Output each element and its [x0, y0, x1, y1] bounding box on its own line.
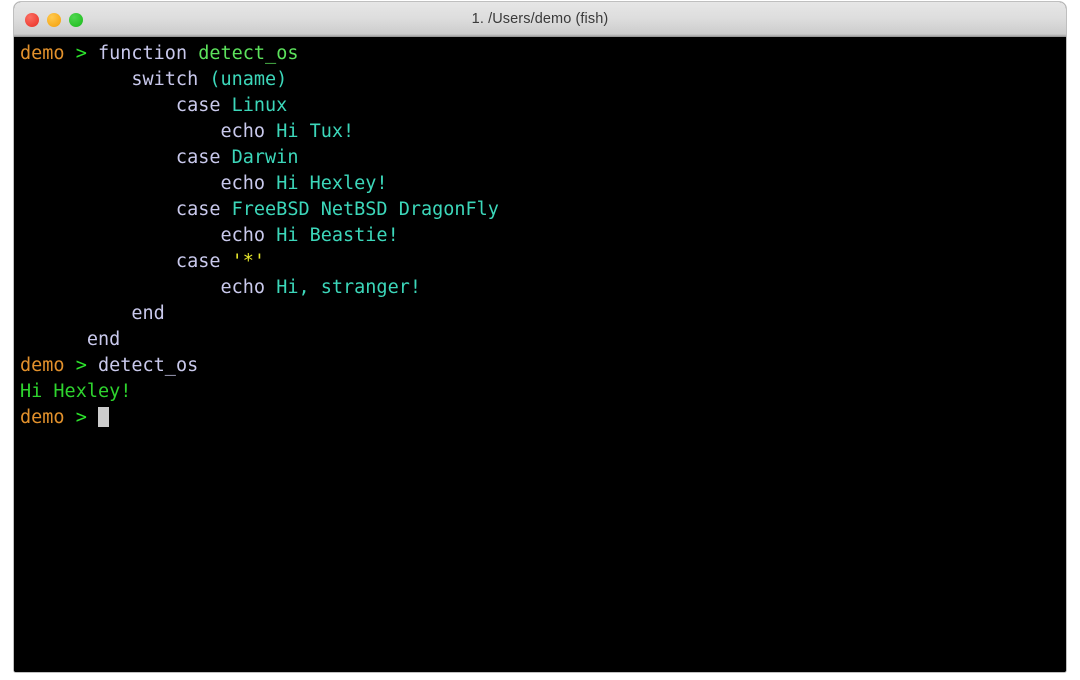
terminal-token: detect_os [97, 355, 199, 376]
terminal-token: end [20, 329, 121, 350]
terminal-line: echo Hi Hexley! [20, 171, 1066, 197]
zoom-button[interactable] [69, 12, 83, 27]
terminal-line: Hi Hexley! [20, 379, 1066, 405]
terminal-token: (uname) [209, 69, 288, 90]
terminal-token: echo [20, 277, 277, 298]
text-cursor [97, 407, 109, 427]
terminal-token: end [20, 303, 165, 324]
terminal-token: case [20, 95, 232, 116]
terminal-line: echo Hi, stranger! [20, 275, 1066, 301]
minimize-button[interactable] [47, 12, 61, 27]
terminal-token: detect_os [198, 43, 299, 64]
terminal-token: Hi Beastie! [276, 225, 399, 246]
terminal-token: > [64, 355, 98, 376]
terminal-token: echo [20, 225, 277, 246]
terminal-line: case Darwin [20, 145, 1066, 171]
terminal-line: case FreeBSD NetBSD DragonFly [20, 197, 1066, 223]
window-title: 1. /Users/demo (fish) [471, 10, 609, 27]
terminal-line: switch (uname) [20, 67, 1066, 93]
close-button[interactable] [25, 12, 39, 27]
terminal-output-area[interactable]: demo > function detect_os switch (uname)… [14, 37, 1066, 672]
terminal-line: end [20, 327, 1066, 353]
terminal-token: FreeBSD NetBSD DragonFly [231, 199, 499, 220]
terminal-line: echo Hi Beastie! [20, 223, 1066, 249]
terminal-token: Hi, stranger! [276, 277, 421, 298]
terminal-token: echo [20, 121, 277, 142]
terminal-token: echo [20, 173, 277, 194]
terminal-token: > [64, 43, 98, 64]
terminal-token: '*' [231, 251, 266, 272]
screen-root: 1. /Users/demo (fish) demo > function de… [0, 0, 1080, 680]
terminal-token: demo [20, 407, 65, 428]
terminal-line: case '*' [20, 249, 1066, 275]
terminal-token: Hi Hexley! [20, 381, 132, 402]
terminal-window: 1. /Users/demo (fish) demo > function de… [14, 2, 1066, 672]
terminal-token: demo [20, 355, 65, 376]
window-controls [25, 2, 83, 37]
terminal-line: demo > [20, 405, 1066, 431]
terminal-token: Darwin [231, 147, 299, 168]
terminal-token: switch [20, 69, 210, 90]
terminal-token: > [64, 407, 98, 428]
terminal-token: demo [20, 43, 65, 64]
terminal-line: echo Hi Tux! [20, 119, 1066, 145]
terminal-token: Hi Tux! [276, 121, 355, 142]
terminal-token: function [97, 43, 199, 64]
window-titlebar[interactable]: 1. /Users/demo (fish) [14, 2, 1066, 37]
terminal-line: end [20, 301, 1066, 327]
terminal-token: case [20, 147, 232, 168]
terminal-line: demo > detect_os [20, 353, 1066, 379]
terminal-token: case [20, 251, 232, 272]
terminal-line: case Linux [20, 93, 1066, 119]
terminal-token: Linux [231, 95, 288, 116]
terminal-token: Hi Hexley! [276, 173, 388, 194]
terminal-line: demo > function detect_os [20, 41, 1066, 67]
terminal-token: case [20, 199, 232, 220]
